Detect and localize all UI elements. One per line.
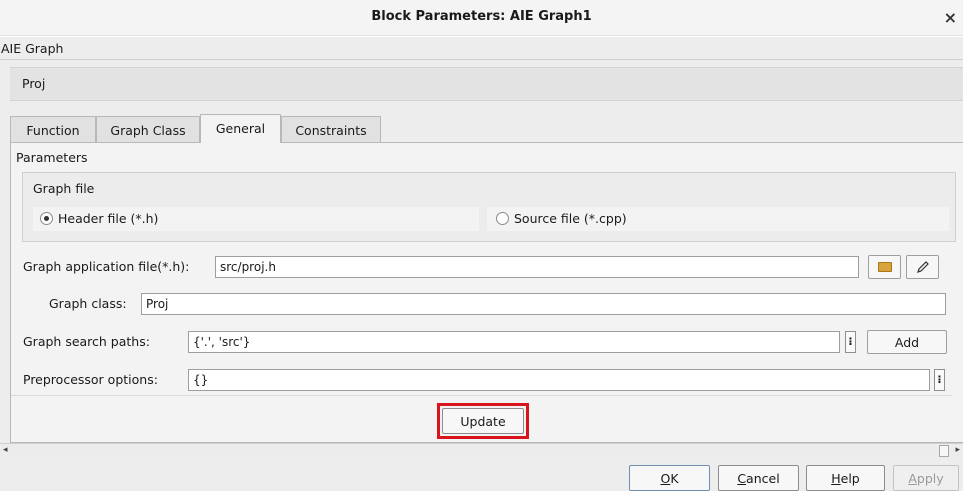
ok-mnemonic: O	[660, 471, 671, 486]
browse-button[interactable]	[868, 255, 901, 279]
cancel-mnemonic: C	[737, 471, 747, 486]
pencil-icon	[916, 261, 929, 273]
scrollbar-thumb[interactable]	[939, 445, 949, 457]
block-description-text: Proj	[22, 76, 46, 91]
search-paths-more-icon[interactable]: ⁝	[845, 331, 856, 353]
source-file-label: Source file (*.cpp)	[514, 211, 627, 226]
graph-search-paths-input[interactable]: {'.', 'src'}	[188, 331, 840, 353]
cancel-label-rest: ancel	[746, 471, 780, 486]
help-mnemonic: H	[831, 471, 841, 486]
graph-app-file-input[interactable]: src/proj.h	[215, 256, 859, 278]
apply-mnemonic: A	[908, 471, 917, 486]
source-file-radio[interactable]	[496, 212, 509, 225]
window-titlebar: Block Parameters: AIE Graph1 ×	[0, 0, 963, 36]
preprocessor-options-input[interactable]: {}	[188, 369, 930, 391]
apply-button[interactable]: Apply	[893, 465, 959, 491]
window-title: Block Parameters: AIE Graph1	[371, 9, 592, 24]
close-icon[interactable]: ×	[944, 8, 957, 27]
header-file-option[interactable]: Header file (*.h)	[33, 207, 479, 231]
tab-constraints[interactable]: Constraints	[281, 116, 381, 142]
scroll-right-icon[interactable]: ▸	[955, 445, 960, 455]
graph-class-label: Graph class:	[49, 296, 127, 311]
add-search-path-button[interactable]: Add	[867, 330, 947, 354]
ok-button[interactable]: OK	[629, 465, 710, 491]
parameters-section-label: Parameters	[16, 150, 88, 165]
graph-class-input[interactable]: Proj	[141, 293, 946, 315]
update-button[interactable]: Update	[442, 408, 524, 434]
block-description: Proj	[10, 67, 963, 101]
edit-button[interactable]	[906, 255, 939, 279]
tab-function[interactable]: Function	[10, 116, 96, 142]
cancel-button[interactable]: Cancel	[718, 465, 799, 491]
source-file-option[interactable]: Source file (*.cpp)	[487, 207, 949, 231]
graph-file-label: Graph file	[33, 181, 95, 196]
apply-label-rest: pply	[916, 471, 944, 486]
ok-label-rest: K	[670, 471, 679, 486]
header-file-label: Header file (*.h)	[58, 211, 159, 226]
tab-graph-class[interactable]: Graph Class	[96, 116, 200, 142]
graph-file-group: Graph file Header file (*.h) Source file…	[22, 172, 956, 242]
general-tab-panel: Parameters Graph file Header file (*.h) …	[10, 142, 963, 443]
help-label-rest: elp	[840, 471, 860, 486]
preprocessor-options-label: Preprocessor options:	[23, 372, 158, 387]
horizontal-scrollbar[interactable]: ◂ ▸	[0, 443, 963, 459]
scroll-left-icon[interactable]: ◂	[3, 445, 8, 455]
graph-search-paths-label: Graph search paths:	[23, 334, 150, 349]
preprocessor-more-icon[interactable]: ⁝	[934, 369, 945, 391]
block-parameters-dialog: AIE Graph Proj Function Graph Class Gene…	[0, 37, 963, 491]
graph-app-file-label: Graph application file(*.h):	[23, 259, 190, 274]
folder-icon	[877, 262, 892, 272]
block-type-label: AIE Graph	[1, 41, 64, 56]
block-type-header: AIE Graph	[0, 37, 963, 60]
help-button[interactable]: Help	[806, 465, 885, 491]
separator	[11, 395, 952, 396]
tab-general[interactable]: General	[200, 114, 281, 143]
header-file-radio[interactable]	[40, 212, 53, 225]
